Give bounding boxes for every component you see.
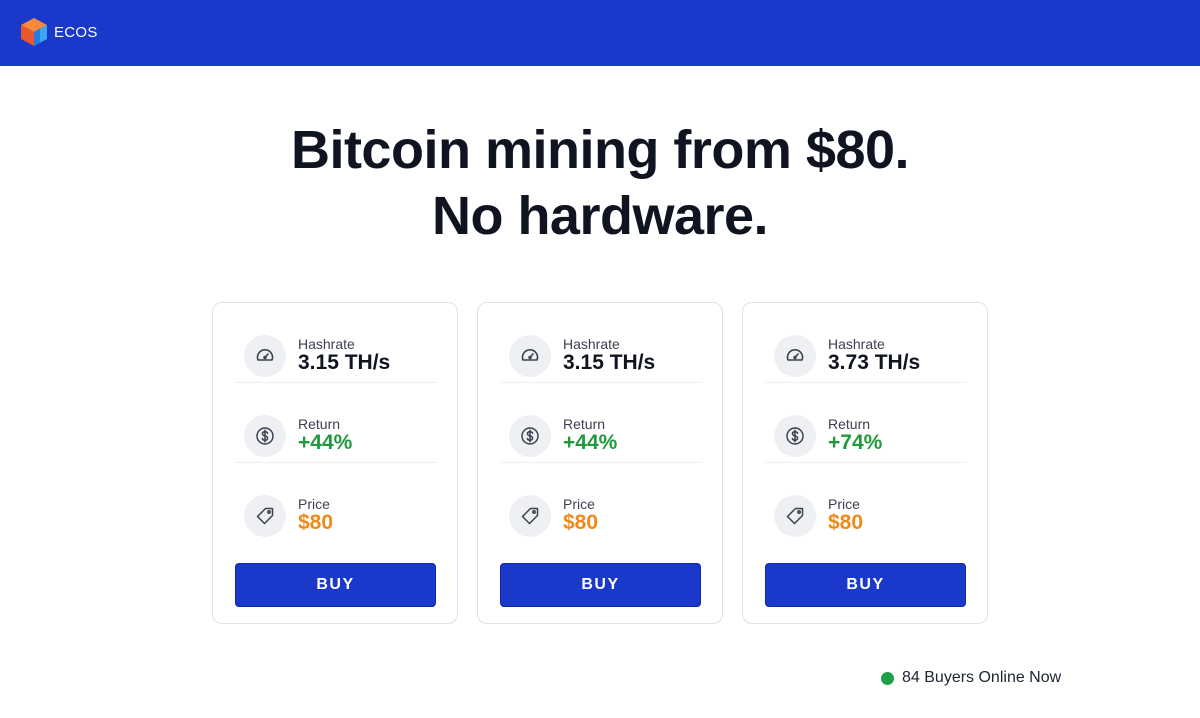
dollar-circle-icon [244, 415, 286, 457]
hashrate-value: 3.15 TH/s [563, 351, 656, 374]
return-value: +44% [563, 431, 618, 454]
hashrate-row: Hashrate 3.15 TH/s [235, 303, 437, 383]
return-label: Return [563, 416, 606, 432]
top-bar: ECOS [0, 0, 1200, 66]
hashrate-row: Hashrate 3.73 TH/s [765, 303, 967, 383]
speedometer-icon [774, 335, 816, 377]
price-row: Price $80 [500, 463, 702, 543]
price-label: Price [828, 496, 860, 512]
price-label: Price [563, 496, 595, 512]
hashrate-label: Hashrate [563, 336, 620, 352]
online-buyers-text: 84 Buyers Online Now [902, 669, 1062, 686]
hashrate-value: 3.73 TH/s [828, 351, 921, 374]
return-row: Return +74% [765, 383, 967, 463]
headline-line-1: Bitcoin mining from $80. [290, 120, 910, 180]
online-status-dot-icon [881, 671, 894, 685]
buy-button[interactable]: BUY [500, 563, 701, 607]
return-label: Return [298, 416, 341, 432]
plan-cards: Hashrate 3.15 TH/s Return +44% Price $80… [0, 302, 1200, 626]
hashrate-row: Hashrate 3.15 TH/s [500, 303, 702, 383]
speedometer-icon [509, 335, 551, 377]
return-value: +74% [828, 431, 883, 454]
plan-card: Hashrate 3.15 TH/s Return +44% Price $80… [477, 302, 723, 624]
dollar-circle-icon [509, 415, 551, 457]
cube-logo-icon [20, 17, 48, 47]
price-value: $80 [563, 511, 599, 534]
price-row: Price $80 [765, 463, 967, 543]
price-tag-icon [244, 495, 286, 537]
page-headline: Bitcoin mining from $80. No hardware. [0, 117, 1200, 249]
plan-card: Hashrate 3.73 TH/s Return +74% Price $80… [742, 302, 988, 624]
return-value: +44% [298, 431, 353, 454]
buy-button[interactable]: BUY [235, 563, 436, 607]
price-value: $80 [298, 511, 334, 534]
return-row: Return +44% [500, 383, 702, 463]
speedometer-icon [244, 335, 286, 377]
headline-line-2: No hardware. [431, 186, 769, 246]
price-value: $80 [828, 511, 864, 534]
hashrate-label: Hashrate [828, 336, 885, 352]
price-row: Price $80 [235, 463, 437, 543]
price-tag-icon [509, 495, 551, 537]
price-tag-icon [774, 495, 816, 537]
return-row: Return +44% [235, 383, 437, 463]
plan-card: Hashrate 3.15 TH/s Return +44% Price $80… [212, 302, 458, 624]
dollar-circle-icon [774, 415, 816, 457]
hashrate-label: Hashrate [298, 336, 355, 352]
price-label: Price [298, 496, 330, 512]
hashrate-value: 3.15 TH/s [298, 351, 391, 374]
buy-button[interactable]: BUY [765, 563, 966, 607]
online-buyers-status: 84 Buyers Online Now [881, 668, 1061, 688]
brand-name: ECOS [54, 23, 98, 41]
brand-logo-link[interactable]: ECOS [20, 17, 98, 47]
return-label: Return [828, 416, 871, 432]
